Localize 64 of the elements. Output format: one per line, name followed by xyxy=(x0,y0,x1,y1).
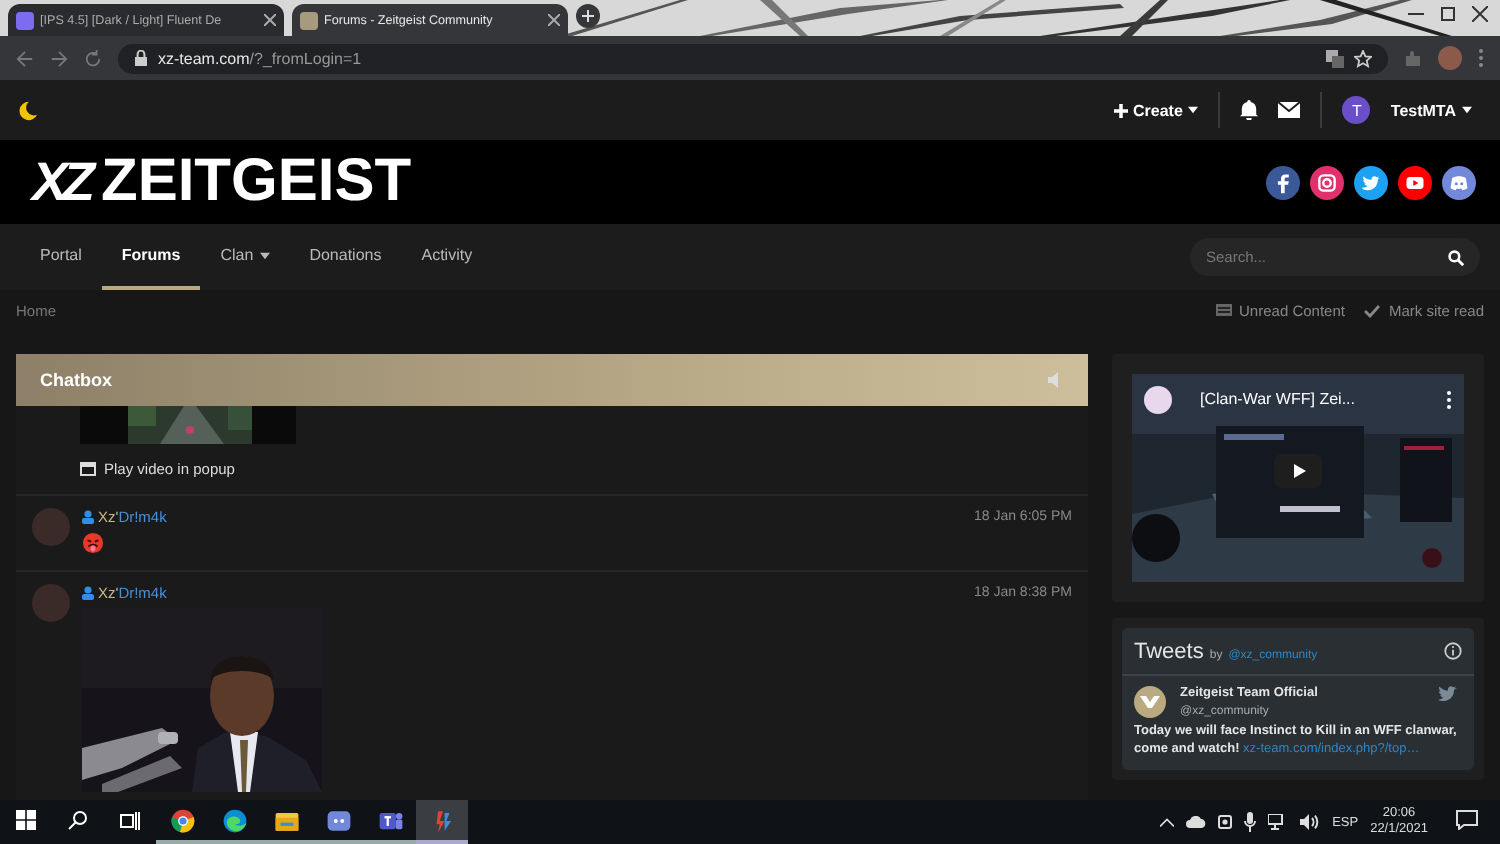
nav-tab[interactable]: Donations xyxy=(289,224,402,290)
user-avatar[interactable]: T xyxy=(1342,96,1371,124)
create-menu[interactable]: Create xyxy=(1113,101,1199,119)
microphone-icon[interactable] xyxy=(1244,812,1257,832)
taskbar-app[interactable] xyxy=(416,800,468,844)
chrome-icon xyxy=(169,807,195,833)
lock-icon xyxy=(134,50,148,66)
panel-title: Chatbox xyxy=(40,370,112,390)
twitter-icon[interactable] xyxy=(1354,165,1388,199)
bell-icon[interactable] xyxy=(1240,100,1259,120)
task-view-icon[interactable] xyxy=(120,811,140,829)
caret-icon xyxy=(1462,106,1472,114)
close-icon[interactable] xyxy=(548,14,560,26)
translate-icon[interactable] xyxy=(1326,49,1344,67)
back-icon[interactable] xyxy=(16,49,34,67)
user-icon xyxy=(82,510,94,524)
author-avatar[interactable] xyxy=(1134,686,1166,718)
discord-icon xyxy=(325,807,351,833)
folder-icon xyxy=(273,807,299,833)
moon-icon[interactable] xyxy=(16,99,38,121)
notification-icon[interactable] xyxy=(1455,810,1477,830)
site-logo-text[interactable]: ZEITGEIST xyxy=(101,152,412,212)
close-icon[interactable] xyxy=(1472,5,1488,21)
reload-icon[interactable] xyxy=(84,49,102,67)
forward-icon[interactable] xyxy=(50,49,68,67)
caret-icon xyxy=(1188,106,1199,114)
address-bar[interactable]: xz-team.com/?_fromLogin=1 xyxy=(118,43,1388,73)
maximize-icon[interactable] xyxy=(1440,5,1456,21)
nav-tab[interactable]: Portal xyxy=(20,224,102,290)
instagram-icon[interactable] xyxy=(1310,165,1344,199)
windows-icon[interactable] xyxy=(16,810,36,830)
star-icon[interactable] xyxy=(1354,49,1372,67)
nav-tab[interactable]: Clan xyxy=(200,224,290,290)
network-icon[interactable] xyxy=(1268,814,1289,830)
volume-icon[interactable] xyxy=(1300,814,1321,830)
logo-mark[interactable]: XZ xyxy=(32,151,90,213)
list-icon xyxy=(1215,304,1232,316)
chevron-icon[interactable] xyxy=(1160,817,1175,827)
cloud-icon[interactable] xyxy=(1186,816,1207,828)
plus-icon xyxy=(1113,103,1127,117)
discord-icon[interactable] xyxy=(1442,165,1476,199)
search-icon[interactable] xyxy=(68,810,88,830)
youtube-icon[interactable] xyxy=(1398,165,1432,199)
user-menu[interactable]: TestMTA xyxy=(1390,101,1472,119)
check-icon xyxy=(1364,303,1381,317)
close-icon[interactable] xyxy=(264,14,276,26)
edge-icon xyxy=(221,807,247,833)
search-icon[interactable] xyxy=(1448,250,1464,266)
nav-tab[interactable]: Activity xyxy=(401,224,493,290)
video-title[interactable]: [Clan-War WFF] Zei... xyxy=(1200,390,1355,408)
facebook-icon[interactable] xyxy=(1266,165,1300,199)
emoji-icon xyxy=(82,532,104,554)
widget-title: Tweets xyxy=(1134,640,1204,664)
info-icon[interactable] xyxy=(1444,641,1462,659)
nav-tab[interactable]: Forums xyxy=(101,224,201,290)
more-icon[interactable] xyxy=(1446,390,1452,410)
camera-icon[interactable] xyxy=(1218,812,1233,832)
plus-icon[interactable] xyxy=(576,4,600,28)
mail-icon[interactable] xyxy=(1278,102,1301,118)
window-icon xyxy=(80,462,96,476)
user-icon xyxy=(82,586,94,600)
teams-icon xyxy=(377,807,403,833)
bird-icon[interactable] xyxy=(1438,686,1458,702)
play-icon[interactable] xyxy=(1274,454,1322,488)
